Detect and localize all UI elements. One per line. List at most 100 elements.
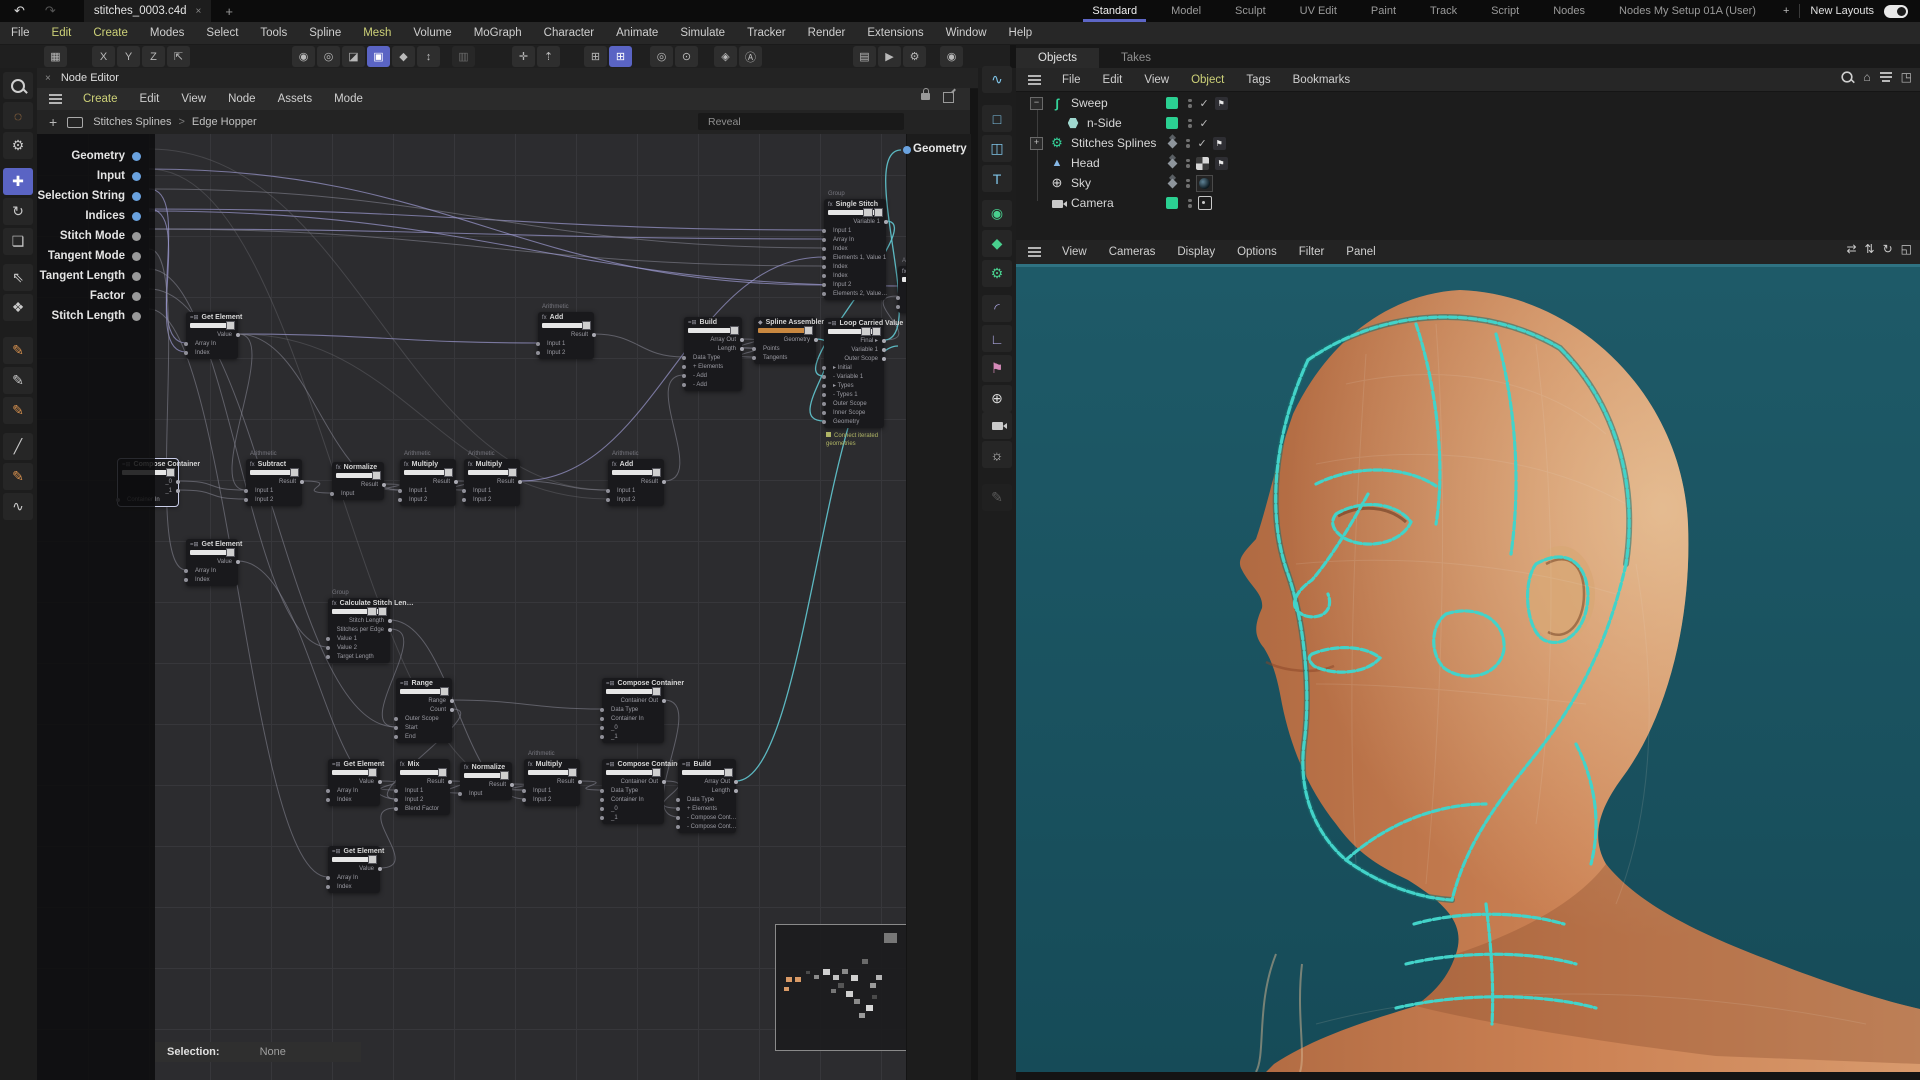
multi-transform-tool[interactable]: ❖ (3, 294, 33, 321)
node-output-length[interactable]: Length (684, 344, 742, 353)
port-dot[interactable] (606, 489, 610, 493)
port-dot[interactable] (394, 807, 398, 811)
camera-object-button[interactable] (982, 412, 1012, 439)
node-options-icon[interactable] (372, 471, 381, 480)
port-dot[interactable] (896, 305, 900, 309)
node-options-icon[interactable] (368, 768, 377, 777)
generator-check-icon[interactable]: ✓ (1198, 137, 1207, 150)
menu-mograph[interactable]: MoGraph (463, 27, 533, 39)
port-dot[interactable] (662, 699, 666, 703)
points-mode-button[interactable]: ◉ (292, 46, 315, 67)
port-dot[interactable] (300, 480, 304, 484)
live-selection-tool[interactable]: ◌ (3, 102, 33, 129)
polygons-mode-button[interactable]: ◪ (342, 46, 365, 67)
hamburger-icon[interactable] (1028, 251, 1041, 253)
port-dot[interactable] (536, 351, 540, 355)
node-input-input-1[interactable]: Input 1 (400, 486, 456, 495)
graph-node-normalize[interactable]: fxNormalizeResultInput (460, 762, 512, 800)
symmetry-button[interactable]: ◎ (650, 46, 673, 67)
node-output-result[interactable]: Result (396, 777, 450, 786)
port-dot[interactable] (822, 256, 826, 260)
node-input--initial[interactable]: ▸ Initial (824, 363, 884, 372)
ne-menu-node[interactable]: Node (217, 93, 267, 105)
node-input--compose-cont-[interactable]: - Compose Cont… (678, 813, 736, 822)
node-input-geometry[interactable]: Geometry (824, 417, 884, 426)
layout-tab-sculpt[interactable]: Sculpt (1218, 0, 1283, 22)
node-input-tangents[interactable]: Tangents (754, 353, 816, 362)
port-dot[interactable] (822, 402, 826, 406)
group-input-port-tangent-mode[interactable]: Tangent Mode (48, 249, 141, 263)
port-dot[interactable] (822, 247, 826, 251)
disabled-tool-button[interactable]: ✎ (982, 484, 1012, 511)
layout-tab-track[interactable]: Track (1413, 0, 1474, 22)
group-input-port-factor[interactable]: Factor (90, 289, 141, 303)
graph-node-normalize[interactable]: fxNormalizeResultInput (332, 462, 384, 500)
node-input--1[interactable]: _1 (602, 813, 664, 822)
port-dot[interactable] (326, 789, 330, 793)
vp-menu-display[interactable]: Display (1166, 246, 1226, 258)
node-input-input-2[interactable]: Input 2 (396, 795, 450, 804)
port-dot[interactable] (326, 798, 330, 802)
object-name[interactable]: Head (1071, 156, 1100, 170)
port-dot[interactable] (676, 825, 680, 829)
node-output-value[interactable]: Value (186, 330, 238, 339)
sketch-tool[interactable]: ✎ (3, 367, 33, 394)
layer-state-icon[interactable] (1168, 138, 1178, 148)
node-input-blend-factor[interactable]: Blend Factor (396, 804, 450, 813)
node-output-result[interactable]: Result (464, 477, 520, 486)
zoom-icon[interactable]: ⇅ (1865, 242, 1875, 256)
layout-tab-script[interactable]: Script (1474, 0, 1536, 22)
om-menu-edit[interactable]: Edit (1092, 74, 1134, 86)
ne-menu-create[interactable]: Create (72, 93, 129, 105)
port-dot[interactable] (814, 338, 818, 342)
om-menu-tags[interactable]: Tags (1235, 74, 1281, 86)
port-dot[interactable] (740, 338, 744, 342)
group-input-port-tangent-length[interactable]: Tangent Length (40, 269, 141, 283)
node-input-value-2[interactable]: Value 2 (328, 643, 390, 652)
graph-node-add[interactable]: Arith…fxAddResIn 1In 2 (898, 266, 906, 313)
node-input-input-1[interactable]: Input 1 (538, 339, 594, 348)
snap-settings-button[interactable]: ⇡ (537, 46, 560, 67)
graph-node-single-stitch[interactable]: GroupfxSingle StitchVariable 1Input 1Arr… (824, 199, 886, 300)
filter-icon[interactable] (1880, 76, 1892, 78)
node-output-length[interactable]: Length (678, 786, 736, 795)
fields-button[interactable]: ⚑ (982, 355, 1012, 382)
light-object-button[interactable]: ☼ (982, 441, 1012, 468)
port-dot[interactable] (132, 292, 141, 301)
polygon-pen-tool[interactable]: ✎ (3, 397, 33, 424)
port-dot[interactable] (682, 356, 686, 360)
port-dot[interactable] (462, 498, 466, 502)
node-folder-icon[interactable] (863, 208, 873, 217)
port-dot[interactable] (600, 726, 604, 730)
node-input-elements-2-value-[interactable]: Elements 2, Value… (824, 289, 886, 298)
port-dot[interactable] (132, 252, 141, 261)
graph-node-get-element[interactable]: =⊞Get ElementValueArray InIndex (328, 846, 380, 893)
port-dot[interactable] (600, 789, 604, 793)
port-dot[interactable] (600, 717, 604, 721)
ne-menu-assets[interactable]: Assets (267, 93, 324, 105)
port-dot[interactable] (510, 783, 514, 787)
port-dot[interactable] (822, 283, 826, 287)
om-menu-bookmarks[interactable]: Bookmarks (1282, 74, 1362, 86)
expression-tag-icon[interactable]: ⚑ (1215, 97, 1228, 110)
group-input-port-input[interactable]: Input (97, 169, 141, 183)
graph-node-compose-container[interactable]: =⊞Compose ContainerContainer OutData Typ… (602, 759, 664, 824)
port-dot[interactable] (244, 498, 248, 502)
tab-objects[interactable]: Objects (1016, 48, 1099, 68)
port-dot[interactable] (330, 492, 334, 496)
graph-node-loop-carried-value[interactable]: =⊞Loop Carried ValueFinal ▸Variable 1Out… (824, 318, 884, 428)
node-output-count[interactable]: Count (396, 705, 452, 714)
layout-tab-standard[interactable]: Standard (1075, 0, 1154, 22)
node-input--types[interactable]: ▸ Types (824, 381, 884, 390)
coord-system-button[interactable]: ⇱ (167, 46, 190, 67)
node-input-in-1[interactable]: In 1 (898, 293, 906, 302)
node-input-input-2[interactable]: Input 2 (464, 495, 520, 504)
tree-expander-icon[interactable]: + (1030, 137, 1043, 150)
extra-mode-button[interactable]: ▥ (452, 46, 475, 67)
port-dot[interactable] (600, 816, 604, 820)
port-dot[interactable] (882, 348, 886, 352)
graph-node-mix[interactable]: fxMixResultInput 1Input 2Blend Factor (396, 759, 450, 815)
port-dot[interactable] (752, 347, 756, 351)
camera-focus-tag-icon[interactable] (1198, 196, 1212, 210)
layout-tab-paint[interactable]: Paint (1354, 0, 1413, 22)
